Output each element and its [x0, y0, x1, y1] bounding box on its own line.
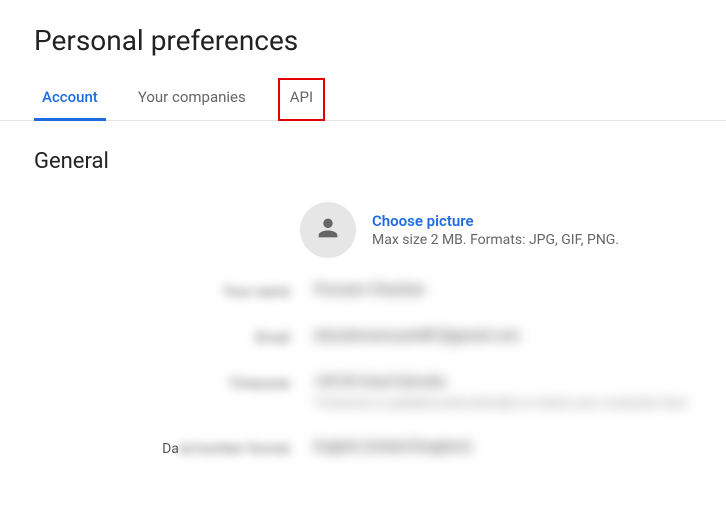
avatar[interactable] [300, 202, 356, 258]
value-timezone: +05:30 Asia/Calcutta Timezone is updated… [314, 374, 687, 411]
timezone-sub: Timezone is updated automatically to mat… [314, 396, 687, 411]
person-icon [314, 214, 342, 246]
choose-picture-link[interactable]: Choose picture [372, 212, 619, 230]
row-timezone: Timezone +05:30 Asia/Calcutta Timezone i… [34, 374, 726, 411]
tab-account[interactable]: Account [34, 78, 106, 121]
label-your-name: Your name [34, 282, 314, 300]
label-date-format: Date/number format [34, 439, 314, 457]
form-rows: Your name Poonam Chauhan Email dotunknow… [34, 282, 726, 457]
section-general: General [34, 149, 726, 174]
value-your-name: Poonam Chauhan [314, 282, 425, 298]
upload-hint: Max size 2 MB. Formats: JPG, GIF, PNG. [372, 232, 619, 248]
value-date-format: English (United Kingdom) [314, 439, 472, 455]
tab-your-companies[interactable]: Your companies [130, 78, 254, 121]
tab-api[interactable]: API [278, 78, 325, 121]
label-email: Email [34, 328, 314, 346]
page-title: Personal preferences [34, 24, 726, 57]
value-email: dotunknownuser887@gmail.com [314, 328, 520, 344]
tabs: Account Your companies API [0, 77, 726, 121]
row-email: Email dotunknownuser887@gmail.com [34, 328, 726, 346]
avatar-row: Choose picture Max size 2 MB. Formats: J… [300, 202, 726, 258]
row-your-name: Your name Poonam Chauhan [34, 282, 726, 300]
label-timezone: Timezone [34, 374, 314, 392]
row-date-format: Date/number format English (United Kingd… [34, 439, 726, 457]
